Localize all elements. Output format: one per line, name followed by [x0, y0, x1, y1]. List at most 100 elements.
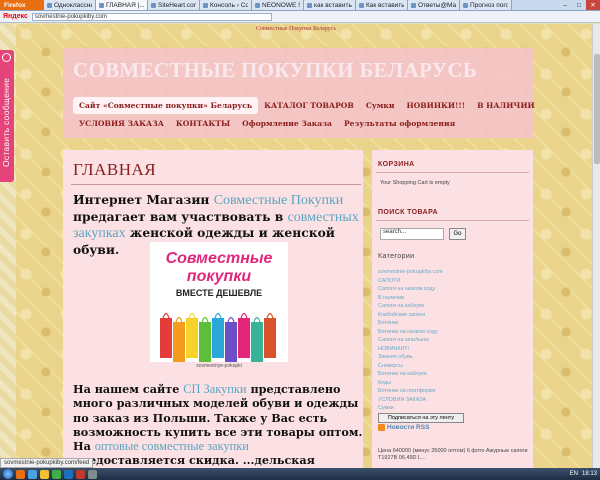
- status-bar-url: sovmestnie-pokupkiby.com/feed: [0, 458, 94, 468]
- main-menu: Сайт «Совместные покупки» Беларусь КАТАЛО…: [73, 96, 535, 132]
- category-link[interactable]: Зимняя обувь: [378, 353, 528, 362]
- category-link[interactable]: Ботинки на платформе: [378, 387, 528, 396]
- bag-handle: [201, 316, 209, 323]
- browser-tab[interactable]: ГЛАВНАЯ |...: [96, 0, 148, 10]
- taskbar-apps: [16, 469, 97, 479]
- browser-tab[interactable]: Как вставить к...: [356, 0, 408, 10]
- scrollbar-thumb[interactable]: [594, 54, 600, 164]
- menu-item[interactable]: Оформление Заказа: [236, 115, 338, 132]
- page-scrollbar[interactable]: [592, 24, 600, 468]
- menu-item[interactable]: КАТАЛОГ ТОВАРОВ: [258, 97, 360, 114]
- search-title: ПОИСК ТОВАРА: [378, 209, 438, 216]
- wholesale-link[interactable]: оптовые совместные закупки: [95, 439, 249, 453]
- menu-item[interactable]: Сумки: [360, 97, 401, 114]
- promo-slogan: ВМЕСТЕ ДЕШЕВЛЕ: [175, 288, 263, 298]
- tab-favicon-icon: [203, 2, 208, 8]
- shopping-bag: [212, 318, 224, 358]
- category-link[interactable]: Ботинки: [378, 319, 528, 328]
- promo-caption: sovmestnye-pokupki: [196, 363, 242, 369]
- category-list: sovmestnie-pokupkiby.com САПОГИ Сапоги на …: [378, 268, 528, 413]
- category-link[interactable]: НОВИНКИ!!!: [378, 345, 528, 354]
- rss-title[interactable]: Новости RSS: [387, 424, 429, 431]
- bag-handle: [266, 312, 274, 319]
- category-link[interactable]: Сумки: [378, 404, 528, 413]
- taskbar-app-icon[interactable]: [52, 469, 61, 479]
- browser-tab[interactable]: SiteHeart.com: [148, 0, 200, 10]
- tab-favicon-icon: [255, 2, 260, 8]
- tab-label: как вставить к...: [314, 1, 352, 9]
- minimize-button[interactable]: –: [558, 0, 572, 10]
- close-window-button[interactable]: ✕: [586, 0, 600, 10]
- taskbar-app-icon[interactable]: [88, 469, 97, 479]
- clock[interactable]: 18:13: [582, 471, 597, 477]
- category-link[interactable]: Сапоги на шпильках: [378, 336, 528, 345]
- bag-handle: [175, 316, 183, 323]
- menu-item[interactable]: Сайт «Совместные покупки» Беларусь: [73, 96, 259, 114]
- page-title: ГЛАВНАЯ: [73, 160, 157, 179]
- subscribe-feed-button[interactable]: Подписаться на эту ленту: [378, 413, 464, 423]
- taskbar-app-icon[interactable]: [64, 469, 73, 479]
- browser-tab[interactable]: Прогноз пого...: [460, 0, 512, 10]
- category-link[interactable]: sovmestnie-pokupkiby.com: [378, 268, 528, 277]
- category-link[interactable]: Кеды: [378, 379, 528, 388]
- start-button[interactable]: [3, 469, 13, 479]
- firefox-menu-button[interactable]: Firefox: [0, 0, 44, 10]
- category-link[interactable]: САПОГИ: [378, 277, 528, 286]
- browser-nav-bar: Яндекс sovmestnie-pokupkiby.com: [0, 11, 600, 23]
- category-link[interactable]: УСЛОВИЯ ЗАКАЗА: [378, 396, 528, 405]
- taskbar-app-icon[interactable]: [28, 469, 37, 479]
- tab-label: NEONOWE SZ...: [262, 1, 300, 9]
- browser-tab[interactable]: как вставить к...: [304, 0, 356, 10]
- category-link[interactable]: Сапоги на низком ходу: [378, 285, 528, 294]
- category-link[interactable]: Ботинки на низком ходу: [378, 328, 528, 337]
- rss-feed-item[interactable]: Цена 640000 (минус 35000 оптом) 6 фото А…: [378, 448, 528, 462]
- menu-item[interactable]: НОВИНКИ!!!: [400, 97, 471, 114]
- language-indicator[interactable]: EN: [570, 471, 578, 477]
- taskbar-app-icon[interactable]: [40, 469, 49, 479]
- address-bar[interactable]: sovmestnie-pokupkiby.com: [31, 12, 272, 21]
- system-tray: EN 18:13: [570, 471, 597, 477]
- site-header: СОВМЕСТНЫЕ ПОКУПКИ БЕЛАРУСЬ Сайт «Совмес…: [63, 48, 535, 138]
- category-link[interactable]: Ботинки на каблуке: [378, 370, 528, 379]
- tab-label: Как вставить к...: [366, 1, 404, 9]
- maximize-button[interactable]: □: [572, 0, 586, 10]
- windows-taskbar: EN 18:13: [0, 468, 600, 480]
- right-sidebar: КОРЗИНА Your Shopping Cart is empty ПОИС…: [372, 150, 533, 468]
- promo-banner: Совместные покупки ВМЕСТЕ ДЕШЕВЛЕ: [150, 242, 288, 362]
- browser-tab[interactable]: Консоль › Сов...: [200, 0, 252, 10]
- joint-purchases-link[interactable]: Совместные Покупки: [214, 193, 344, 208]
- title-divider: [71, 184, 361, 185]
- browser-tab[interactable]: Ответы@Mail....: [408, 0, 460, 10]
- taskbar-app-icon[interactable]: [76, 469, 85, 479]
- promo-line-1: Совместные: [165, 250, 273, 267]
- browser-tab[interactable]: NEONOWE SZ...: [252, 0, 304, 10]
- body-text: предоставляется скидка. ...дельская Женс…: [73, 453, 319, 468]
- tab-label: ГЛАВНАЯ |...: [106, 1, 144, 9]
- sidebar-divider: [376, 172, 529, 173]
- category-link[interactable]: Сникерсы: [378, 362, 528, 371]
- rss-icon: [378, 424, 385, 431]
- menu-item[interactable]: УСЛОВИЯ ЗАКАЗА: [73, 115, 170, 132]
- intro-text: предагает вам участвовать в: [73, 208, 288, 224]
- menu-item[interactable]: Результаты оформления: [338, 115, 461, 132]
- menu-item[interactable]: КОНТАКТЫ: [170, 115, 236, 132]
- shopping-bag: [186, 318, 198, 358]
- browser-tab[interactable]: Одноклассники: [44, 0, 96, 10]
- search-go-button[interactable]: Go: [449, 228, 466, 240]
- sp-purchases-link[interactable]: СП Закупки: [183, 382, 246, 396]
- shopping-bag: [264, 318, 276, 358]
- leave-message-widget[interactable]: Оставить сообщение: [0, 50, 14, 182]
- page-top-line[interactable]: Совместные Покупки Беларусь: [0, 26, 592, 32]
- category-link[interactable]: Ковбойские сапоги: [378, 311, 528, 320]
- search-input[interactable]: search...: [380, 228, 444, 240]
- bag-handle: [214, 312, 222, 319]
- yandex-logo[interactable]: Яндекс: [3, 13, 28, 20]
- category-link[interactable]: В наличии: [378, 294, 528, 303]
- site-title[interactable]: СОВМЕСТНЫЕ ПОКУПКИ БЕЛАРУСЬ: [73, 58, 533, 83]
- taskbar-app-icon[interactable]: [16, 469, 25, 479]
- category-link[interactable]: Сапоги на каблуке: [378, 302, 528, 311]
- menu-row-1: Сайт «Совместные покупки» Беларусь КАТАЛО…: [73, 96, 535, 114]
- menu-item[interactable]: В НАЛИЧИИ: [471, 97, 541, 114]
- shopping-bag: [238, 318, 250, 358]
- shopping-bag: [251, 322, 263, 362]
